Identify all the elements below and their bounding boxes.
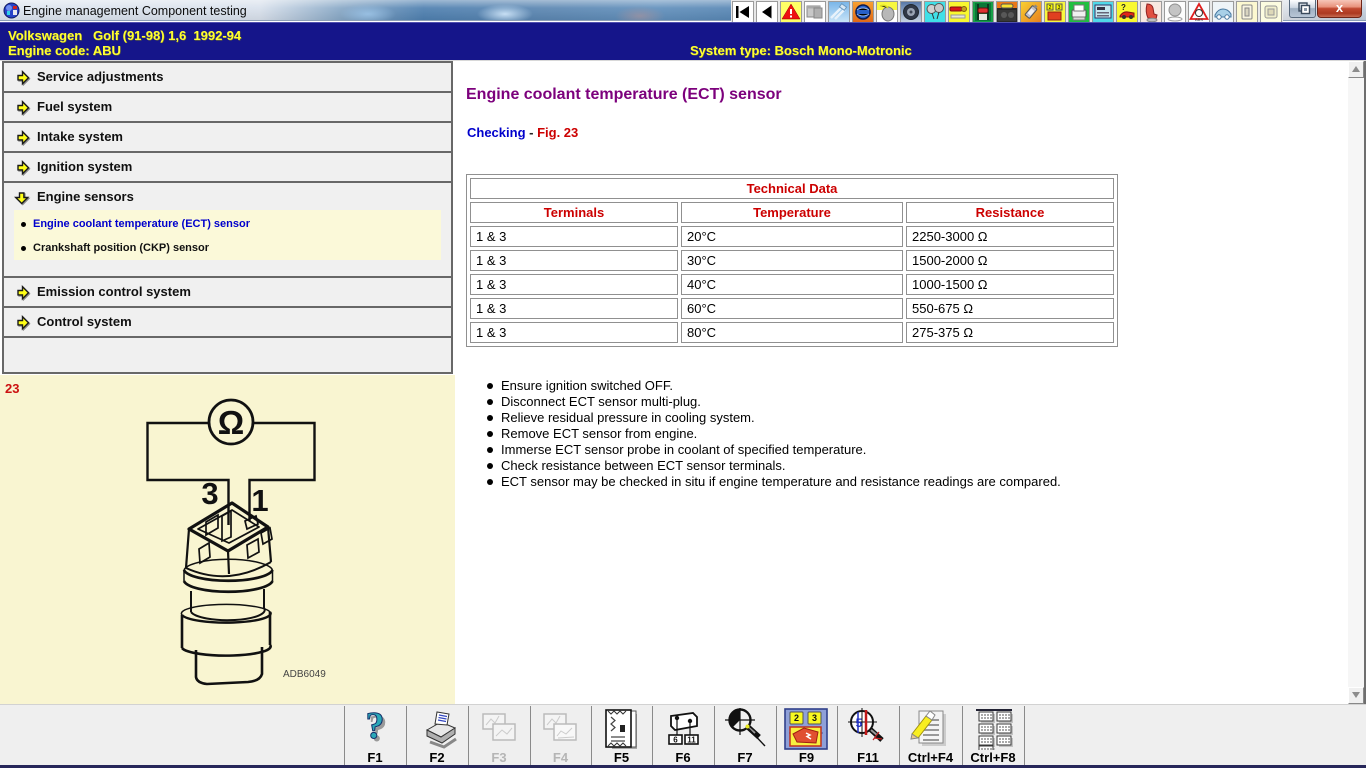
svg-text:?: ? — [366, 708, 385, 747]
svg-text:2: 2 — [1049, 5, 1052, 11]
svg-text:3: 3 — [1058, 5, 1061, 11]
svg-text:1: 1 — [251, 483, 268, 518]
svg-text:Ω: Ω — [218, 404, 244, 441]
svg-text:2: 2 — [794, 713, 799, 723]
svg-text:ADB6049: ADB6049 — [283, 669, 326, 680]
svg-text:6: 6 — [673, 736, 678, 745]
svg-text:11: 11 — [687, 736, 696, 745]
svg-text:3: 3 — [201, 476, 218, 511]
svg-text:3: 3 — [812, 713, 817, 723]
svg-text:?: ? — [1121, 3, 1126, 12]
svg-text:5: 5 — [856, 716, 863, 730]
